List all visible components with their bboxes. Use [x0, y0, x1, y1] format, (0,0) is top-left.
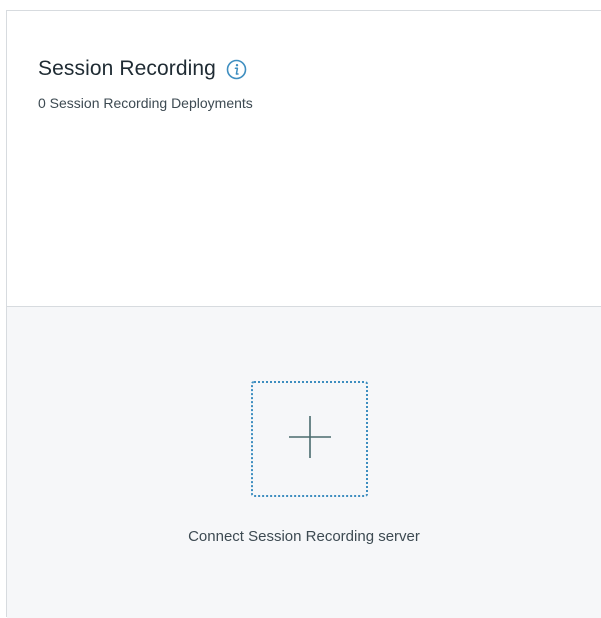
title-row: Session Recording	[38, 57, 247, 81]
plus-icon	[286, 413, 334, 466]
session-recording-card: Session Recording 0 Session Recording De…	[6, 10, 601, 618]
connect-server-label: Connect Session Recording server	[188, 528, 420, 545]
info-icon[interactable]	[226, 59, 247, 80]
connect-server-button[interactable]	[251, 381, 368, 497]
deployment-count: 0 Session Recording Deployments	[38, 95, 253, 111]
page-title: Session Recording	[38, 57, 216, 80]
card-body: Connect Session Recording server	[7, 307, 601, 618]
card-header: Session Recording 0 Session Recording De…	[7, 11, 601, 307]
